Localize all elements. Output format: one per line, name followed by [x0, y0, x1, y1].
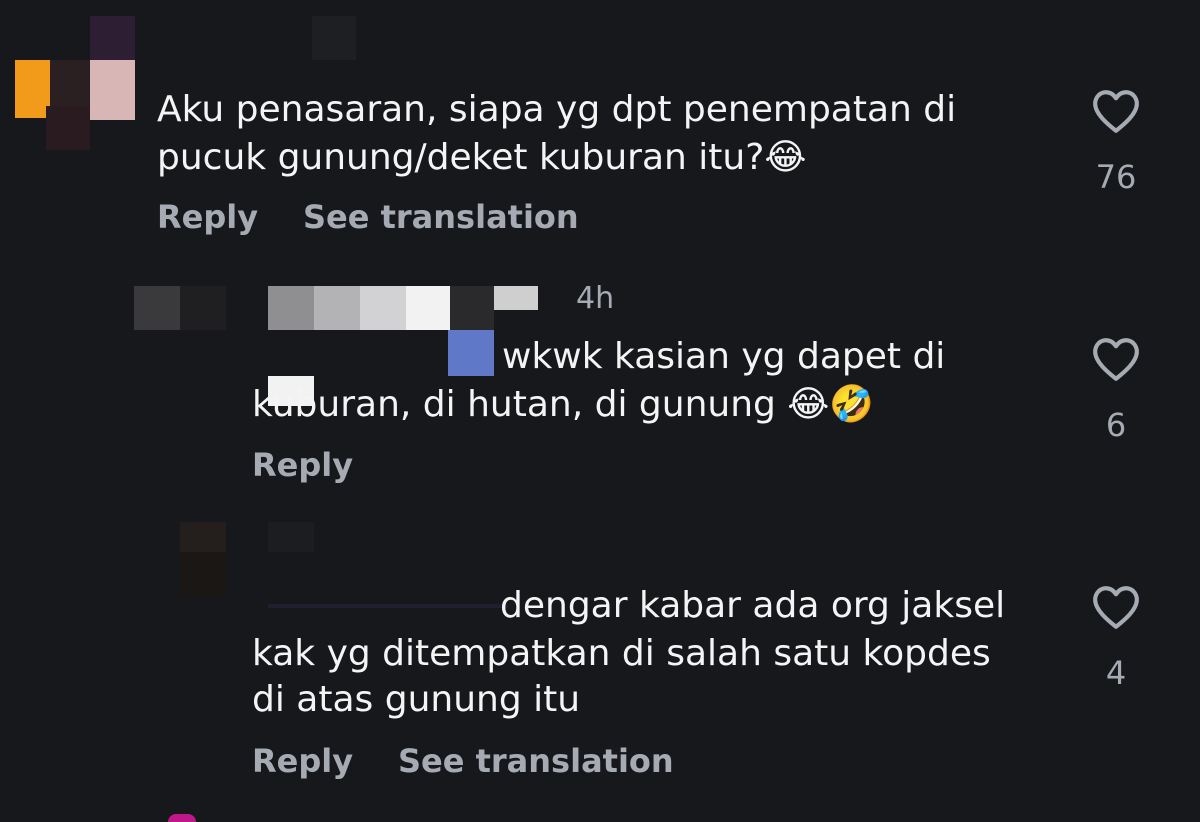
like-count: 4: [1105, 654, 1127, 692]
avatar[interactable]: [134, 286, 226, 330]
comment-text-line-3: di atas gunung itu: [252, 679, 581, 720]
comment-text-line-1: dengar kabar ada org jaksel: [500, 585, 1006, 626]
like-button[interactable]: [1086, 584, 1146, 630]
mention-redacted: [268, 604, 508, 608]
see-translation-button[interactable]: See translation: [303, 198, 579, 236]
next-comment-avatar-partial: [168, 814, 196, 822]
reply-button[interactable]: Reply: [252, 742, 353, 780]
see-translation-button[interactable]: See translation: [398, 742, 674, 780]
avatar[interactable]: [180, 522, 226, 598]
comment-text-line-2: kak yg ditempatkan di salah satu kopdes: [252, 633, 991, 674]
heart-outline-icon: [1093, 586, 1139, 629]
comment-text-line-1: wkwk kasian yg dapet di: [502, 336, 946, 377]
username-redacted: [268, 522, 314, 552]
like-count: 6: [1105, 406, 1127, 444]
comment-text-line-1: Aku penasaran, siapa yg dpt penempatan d…: [157, 89, 957, 130]
like-button[interactable]: [1086, 88, 1146, 134]
reply-button[interactable]: Reply: [157, 198, 258, 236]
comment-text-line-2: kuburan, di hutan, di gunung 😂🤣: [252, 384, 875, 425]
avatar[interactable]: [10, 16, 140, 152]
like-button[interactable]: [1086, 336, 1146, 382]
heart-outline-icon: [1093, 338, 1139, 381]
heart-outline-icon: [1093, 90, 1139, 133]
like-count: 76: [1095, 158, 1137, 196]
timestamp: 4h: [576, 281, 615, 316]
reply-button[interactable]: Reply: [252, 446, 353, 484]
username-redacted: [312, 16, 356, 60]
comment-text-line-2: pucuk gunung/deket kuburan itu?😂: [157, 137, 807, 178]
username-redacted: [268, 286, 540, 376]
